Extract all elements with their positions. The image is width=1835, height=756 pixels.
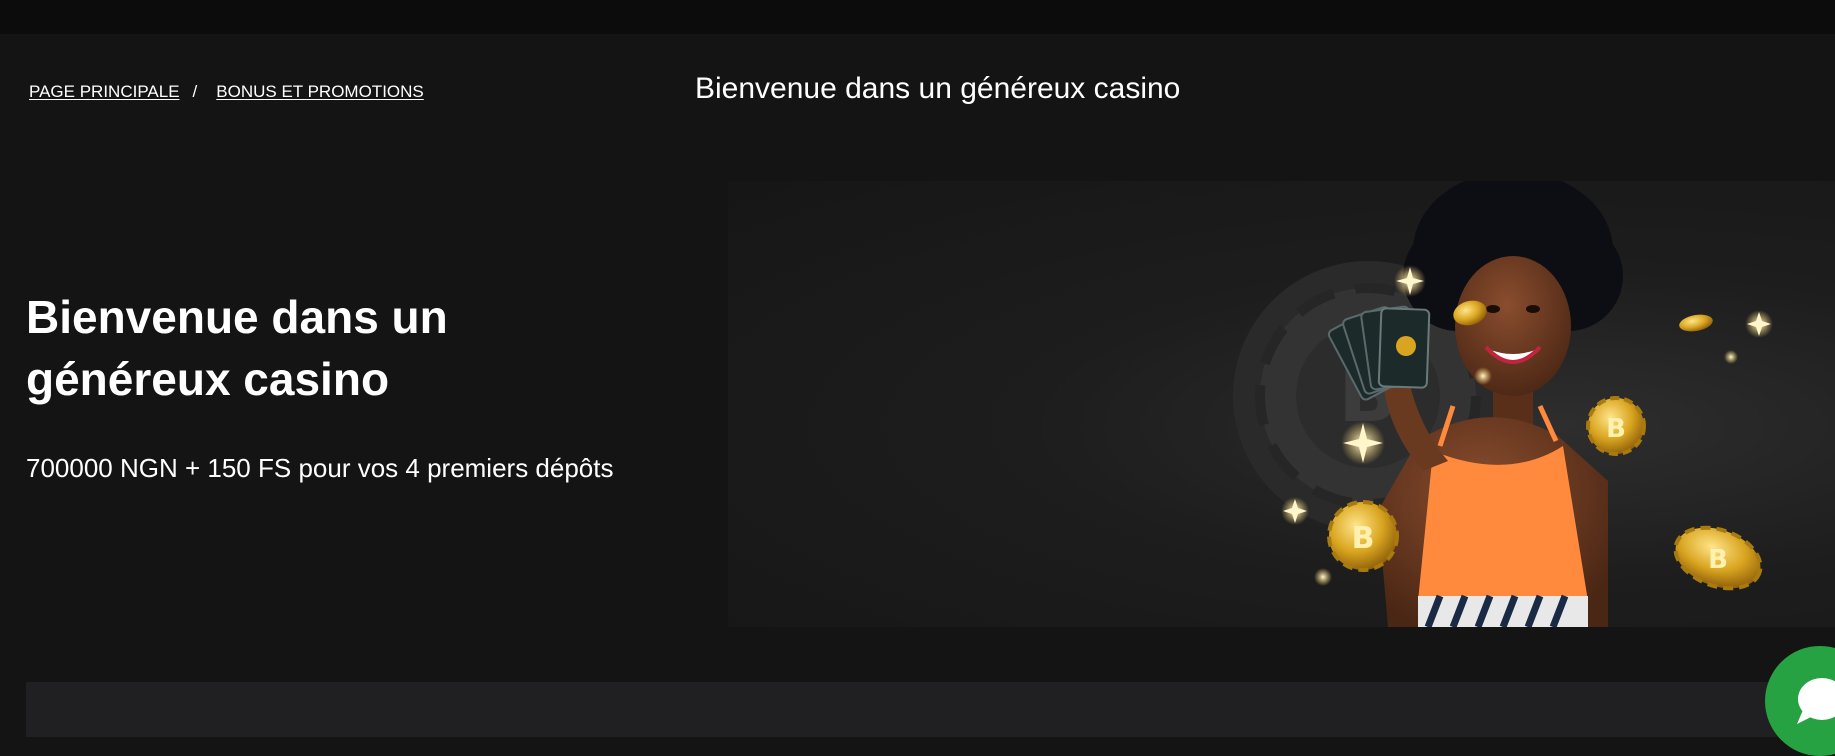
promo-banner-image: B B B bbox=[728, 181, 1835, 627]
breadcrumb-home-link[interactable]: PAGE PRINCIPALE bbox=[29, 82, 180, 102]
chat-button[interactable] bbox=[1765, 646, 1835, 756]
breadcrumb-bonus-link[interactable]: BONUS ET PROMOTIONS bbox=[216, 82, 424, 102]
coin-brand-mark: B bbox=[1606, 414, 1626, 444]
banner-illustration: B B B bbox=[1233, 181, 1773, 627]
breadcrumb-separator: / bbox=[192, 82, 198, 101]
coin-brand-mark: B bbox=[1352, 521, 1375, 556]
face-graphic bbox=[1455, 256, 1571, 396]
hero-title: Bienvenue dans un généreux casino bbox=[26, 291, 448, 405]
coin-brand-mark: B bbox=[1708, 545, 1728, 575]
page-title: Bienvenue dans un généreux casino bbox=[695, 72, 1181, 105]
top-bar bbox=[0, 0, 1835, 34]
content-panel bbox=[26, 682, 1835, 737]
orange-top-graphic bbox=[1418, 446, 1588, 601]
hero-subtitle: 700000 NGN + 150 FS pour vos 4 premiers … bbox=[26, 453, 614, 483]
breadcrumb: PAGE PRINCIPALE / BONUS ET PROMOTIONS bbox=[29, 82, 424, 102]
chat-bubble-icon bbox=[1797, 678, 1835, 724]
striped-skirt-graphic bbox=[1418, 594, 1588, 627]
